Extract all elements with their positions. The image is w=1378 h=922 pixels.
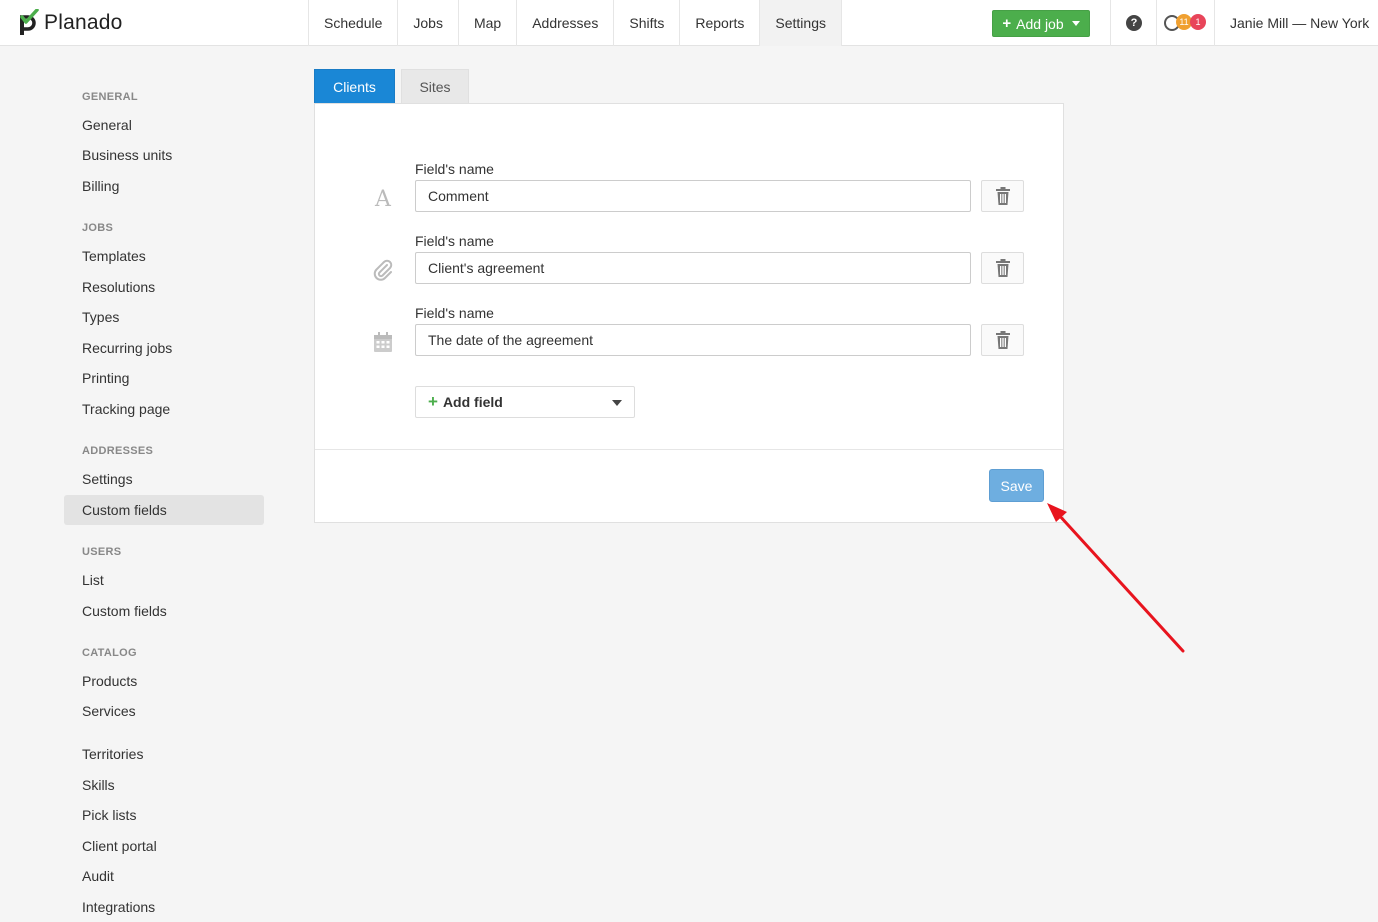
sidebar-item-billing[interactable]: Billing bbox=[64, 171, 264, 201]
sidebar-item-skills[interactable]: Skills bbox=[64, 770, 264, 800]
sidebar-item-territories[interactable]: Territories bbox=[64, 739, 264, 769]
top-bar: Planado Schedule Jobs Map Addresses Shif… bbox=[0, 0, 1378, 46]
field-name-input[interactable] bbox=[415, 324, 971, 356]
chevron-down-icon bbox=[1071, 21, 1080, 26]
delete-field-button[interactable] bbox=[981, 252, 1024, 284]
sidebar-item-templates[interactable]: Templates bbox=[64, 241, 264, 271]
tab-sites[interactable]: Sites bbox=[401, 69, 469, 104]
sidebar-item-integrations[interactable]: Integrations bbox=[64, 892, 264, 922]
add-job-label: Add job bbox=[1016, 15, 1064, 32]
divider bbox=[1110, 0, 1111, 46]
add-job-button[interactable]: + Add job bbox=[992, 10, 1090, 37]
field-name-label: Field's name bbox=[415, 161, 494, 177]
sidebar-item-client-portal[interactable]: Client portal bbox=[64, 831, 264, 861]
plus-icon: + bbox=[428, 392, 438, 411]
sidebar-item-products[interactable]: Products bbox=[64, 666, 264, 696]
attachment-icon bbox=[371, 258, 395, 282]
sidebar-item-resolutions[interactable]: Resolutions bbox=[64, 272, 264, 302]
sidebar-heading-catalog: CATALOG bbox=[82, 647, 137, 659]
user-menu[interactable]: Janie Mill — New York bbox=[1230, 0, 1369, 46]
planado-logo[interactable]: Planado bbox=[18, 9, 122, 37]
sidebar-item-printing[interactable]: Printing bbox=[64, 363, 264, 393]
sidebar-item-user-custom-fields[interactable]: Custom fields bbox=[64, 596, 264, 626]
field-name-label: Field's name bbox=[415, 233, 494, 249]
sidebar-item-pick-lists[interactable]: Pick lists bbox=[64, 800, 264, 830]
sidebar-heading-jobs: JOBS bbox=[82, 222, 114, 234]
svg-text:A: A bbox=[374, 187, 392, 209]
chevron-down-icon bbox=[612, 400, 622, 406]
field-name-label: Field's name bbox=[415, 305, 494, 321]
logo-check-icon bbox=[20, 9, 39, 35]
sidebar-item-services[interactable]: Services bbox=[64, 696, 264, 726]
plus-icon: + bbox=[1002, 15, 1012, 32]
sidebar-item-tracking-page[interactable]: Tracking page bbox=[64, 394, 264, 424]
delete-field-button[interactable] bbox=[981, 324, 1024, 356]
divider bbox=[1214, 0, 1215, 46]
nav-addresses[interactable]: Addresses bbox=[517, 0, 615, 46]
sidebar-item-types[interactable]: Types bbox=[64, 302, 264, 332]
sidebar-item-recurring-jobs[interactable]: Recurring jobs bbox=[64, 333, 264, 363]
panel-divider bbox=[315, 449, 1063, 450]
trash-icon bbox=[995, 331, 1010, 349]
notification-badge-red: 1 bbox=[1190, 14, 1206, 30]
nav-map[interactable]: Map bbox=[459, 0, 518, 46]
sidebar-item-address-settings[interactable]: Settings bbox=[64, 464, 264, 494]
sidebar-heading-users: USERS bbox=[82, 546, 122, 558]
sidebar-item-general[interactable]: General bbox=[64, 110, 264, 140]
sidebar-heading-general: GENERAL bbox=[82, 91, 138, 103]
divider bbox=[1156, 0, 1157, 46]
add-field-dropdown[interactable]: + Add field bbox=[415, 386, 635, 418]
help-icon[interactable]: ? bbox=[1126, 15, 1142, 31]
add-field-label: Add field bbox=[442, 394, 503, 410]
save-button[interactable]: Save bbox=[989, 469, 1044, 502]
nav-shifts[interactable]: Shifts bbox=[614, 0, 681, 46]
field-name-input[interactable] bbox=[415, 180, 971, 212]
logo-text: Planado bbox=[44, 11, 123, 34]
field-name-input[interactable] bbox=[415, 252, 971, 284]
nav-jobs[interactable]: Jobs bbox=[398, 0, 459, 46]
main-nav: Schedule Jobs Map Addresses Shifts Repor… bbox=[308, 0, 842, 46]
sidebar-item-audit[interactable]: Audit bbox=[64, 861, 264, 891]
sidebar-item-user-list[interactable]: List bbox=[64, 565, 264, 595]
sidebar-heading-addresses: ADDRESSES bbox=[82, 445, 154, 457]
sidebar-item-business-units[interactable]: Business units bbox=[64, 140, 264, 170]
nav-settings[interactable]: Settings bbox=[760, 0, 842, 46]
delete-field-button[interactable] bbox=[981, 180, 1024, 212]
notifications-button[interactable]: 11 1 bbox=[1164, 14, 1208, 32]
nav-schedule[interactable]: Schedule bbox=[309, 0, 399, 46]
tab-clients[interactable]: Clients bbox=[314, 69, 395, 104]
custom-fields-panel: A Field's name Field's name Field's name… bbox=[314, 103, 1064, 523]
calendar-icon bbox=[371, 330, 395, 354]
nav-reports[interactable]: Reports bbox=[680, 0, 761, 46]
sidebar-item-address-custom-fields[interactable]: Custom fields bbox=[64, 495, 264, 525]
text-type-icon: A bbox=[371, 186, 395, 210]
trash-icon bbox=[995, 259, 1010, 277]
trash-icon bbox=[995, 187, 1010, 205]
